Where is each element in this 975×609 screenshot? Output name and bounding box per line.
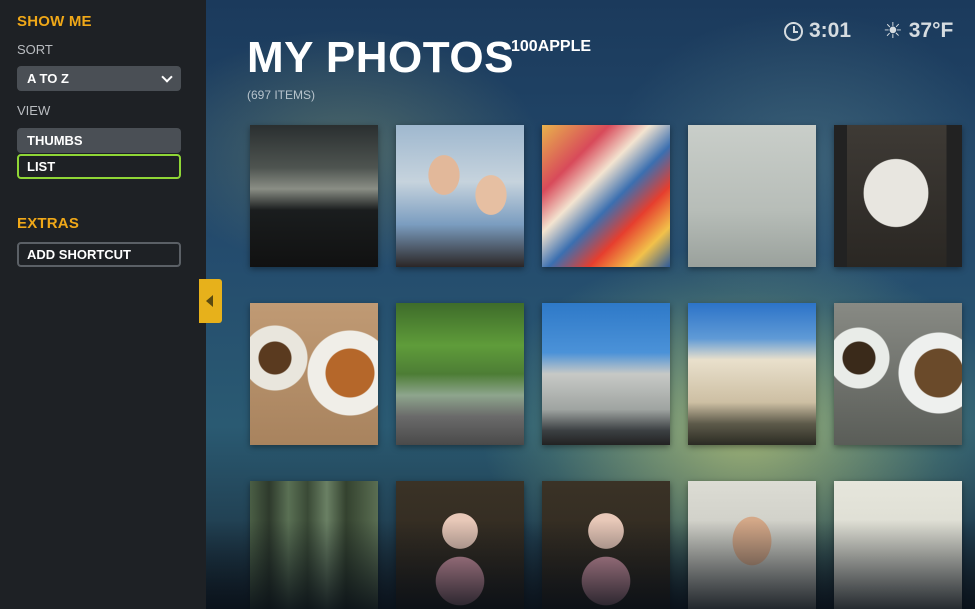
sort-value: A TO Z <box>27 71 69 86</box>
photo-coffee-and-pastry[interactable] <box>250 303 378 445</box>
view-list-button[interactable]: LIST <box>17 154 181 179</box>
photo-couple-selfie[interactable] <box>396 125 524 267</box>
sidebar: SHOW ME SORT A TO Z VIEW THUMBS LIST EXT… <box>0 0 206 609</box>
sort-label: SORT <box>17 42 53 57</box>
photo-white-wall[interactable] <box>834 481 962 609</box>
main-content: MY PHOTOS 100APPLE (697 ITEMS) 3:01 ☀ 37… <box>206 0 975 609</box>
photo-tree-lined-street[interactable] <box>396 303 524 445</box>
sort-dropdown[interactable]: A TO Z <box>17 66 181 91</box>
folder-name: 100APPLE <box>511 38 592 55</box>
photo-doll-flowers-2[interactable] <box>542 481 670 609</box>
photo-victorian-balcony[interactable] <box>688 303 816 445</box>
collapse-sidebar-tab[interactable] <box>199 279 222 323</box>
photo-white-house[interactable] <box>542 303 670 445</box>
photo-forest-figure[interactable] <box>250 481 378 609</box>
photo-coffee-cup-plate[interactable] <box>834 303 962 445</box>
chevron-down-icon <box>161 71 173 83</box>
page-title: MY PHOTOS <box>247 33 514 82</box>
photo-desk-sketch[interactable] <box>688 125 816 267</box>
add-shortcut-button[interactable]: ADD SHORTCUT <box>17 242 181 267</box>
sun-icon: ☀ <box>883 18 903 43</box>
weather-status: ☀ 37°F <box>883 19 953 43</box>
photo-bar-for-sale-sign[interactable] <box>834 125 962 267</box>
photo-magazine-collage[interactable] <box>542 125 670 267</box>
temperature-text: 37°F <box>908 19 954 42</box>
clock-status: 3:01 <box>784 19 851 43</box>
clock-icon <box>784 21 803 41</box>
extras-heading: EXTRAS <box>17 215 80 232</box>
photo-cabin-interior[interactable] <box>250 125 378 267</box>
show-me-heading: SHOW ME <box>17 13 92 30</box>
item-count: (697 ITEMS) <box>247 88 316 102</box>
view-thumbs-button[interactable]: THUMBS <box>17 128 181 153</box>
photo-man-sunglasses[interactable] <box>688 481 816 609</box>
view-label: VIEW <box>17 103 51 118</box>
photo-doll-flowers[interactable] <box>396 481 524 609</box>
time-text: 3:01 <box>809 19 852 42</box>
arrow-left-icon <box>206 295 213 307</box>
